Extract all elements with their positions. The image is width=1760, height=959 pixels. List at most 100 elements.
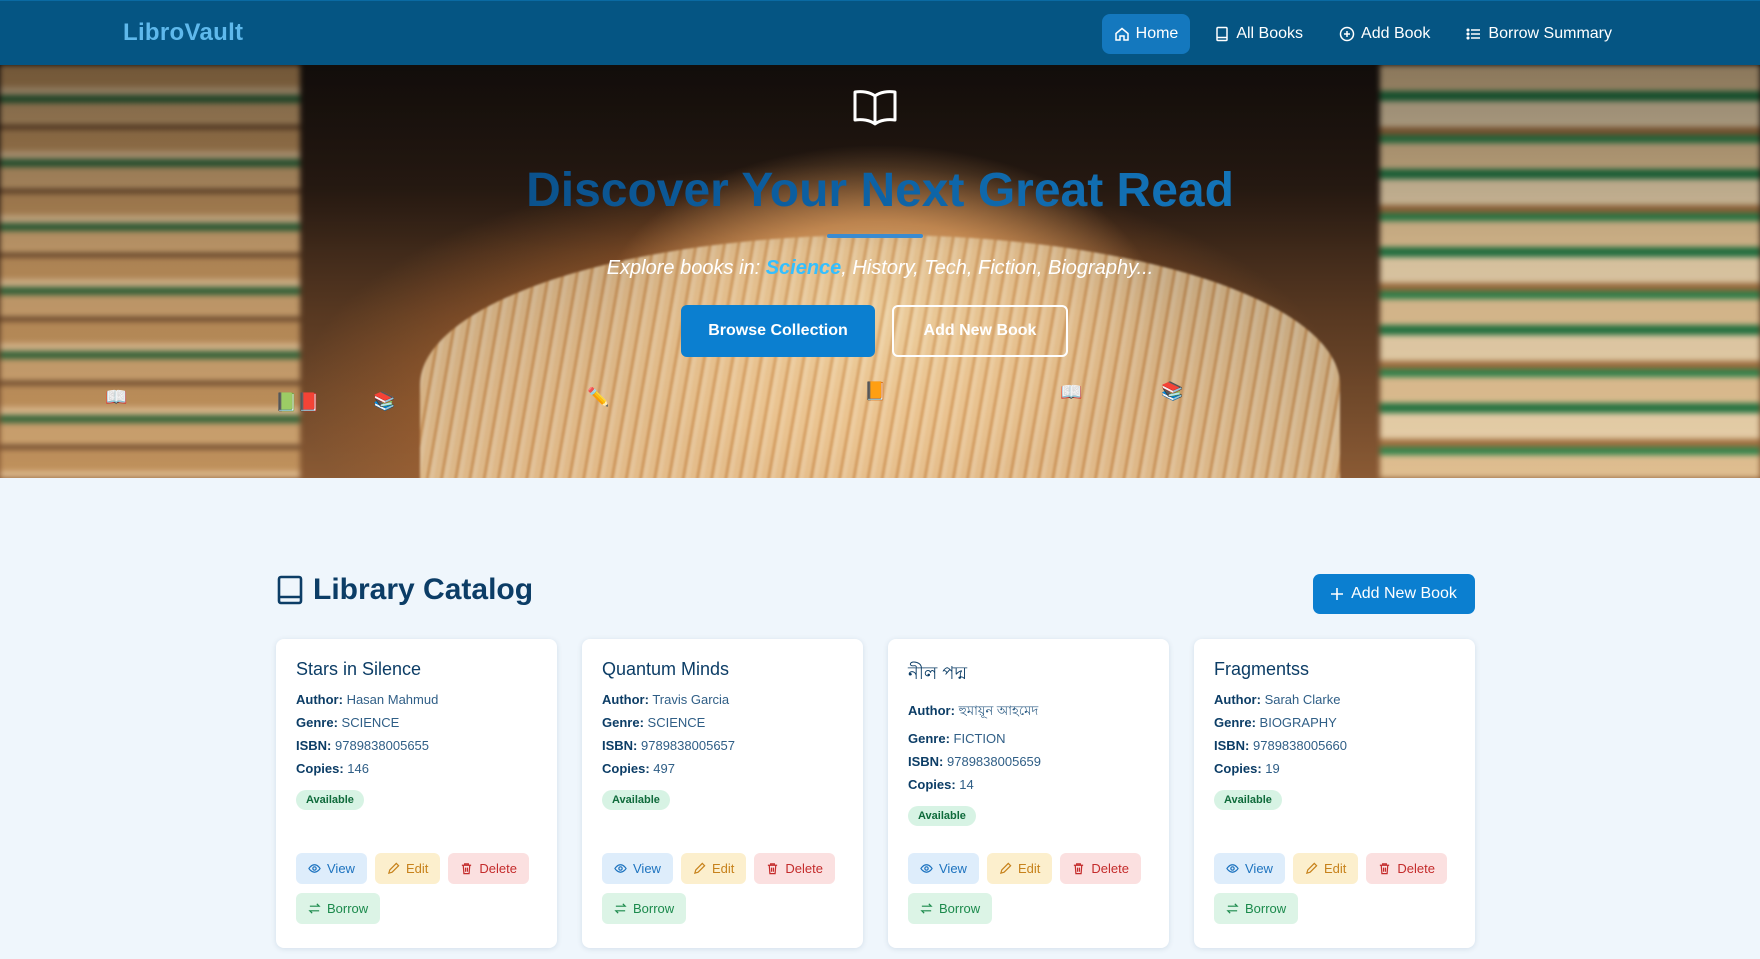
book-title: নীল পদ্ম <box>908 663 968 683</box>
book-author: Author: Hasan Mahmud <box>296 692 439 707</box>
catalog-title: Library Catalog <box>313 573 534 606</box>
book-actions: View Edit Delete Borrow <box>1214 853 1454 924</box>
status-badge: Available <box>602 790 670 810</box>
book-actions: View Edit Delete Borrow <box>602 853 842 924</box>
brand-logo[interactable]: LibroVault <box>123 19 243 47</box>
hero-subtitle-highlight: Science <box>765 257 842 279</box>
floating-books-icon: 📗📕 <box>275 392 320 412</box>
book-author: Author: Sarah Clarke <box>1214 692 1341 707</box>
delete-button[interactable]: Delete <box>448 853 529 884</box>
book-card-grid: Stars in Silence Author: Hasan Mahmud Ge… <box>276 639 1475 948</box>
view-button[interactable]: View <box>908 853 979 884</box>
book-author: Author: Travis Garcia <box>602 692 730 707</box>
book-copies: Copies: 19 <box>1214 761 1280 776</box>
floating-pencil-icon: ✏️ <box>587 387 610 407</box>
hero-subtitle: Explore books in: Science, History, Tech… <box>606 257 1154 279</box>
floating-stack-icon: 📚 <box>373 391 396 411</box>
book-copies: Copies: 14 <box>908 777 974 792</box>
hero-title: Discover Your Next Great Read <box>0 163 1760 218</box>
nav-home-label: Home <box>1135 25 1179 42</box>
book-isbn: ISBN: 9789838005657 <box>602 738 736 753</box>
nav-add-book[interactable]: Add Book <box>1327 14 1442 54</box>
nav-borrow-summary[interactable]: Borrow Summary <box>1454 14 1624 54</box>
swap-icon <box>1226 903 1239 914</box>
delete-button[interactable]: Delete <box>1366 853 1447 884</box>
hero-banner: Discover Your Next Great Read Explore bo… <box>0 65 1760 478</box>
delete-button[interactable]: Delete <box>1060 853 1141 884</box>
edit-button[interactable]: Edit <box>986 853 1053 884</box>
pencil-icon <box>387 862 400 875</box>
hero-actions: Browse Collection Add New Book <box>681 305 1068 357</box>
hero-add-book-button[interactable]: Add New Book <box>892 305 1068 357</box>
status-badge: Available <box>296 790 364 810</box>
floating-stack-icon-2: 📚 <box>1161 381 1184 401</box>
book-isbn: ISBN: 9789838005655 <box>296 738 430 753</box>
book-actions: View Edit Delete Borrow <box>908 853 1148 924</box>
borrow-button[interactable]: Borrow <box>296 893 381 924</box>
book-card: Fragmentss Author: Sarah Clarke Genre: B… <box>1194 639 1475 948</box>
book-title: Quantum Minds <box>602 659 730 679</box>
eye-icon <box>920 864 933 873</box>
hero-divider <box>827 234 923 238</box>
eye-icon <box>1226 864 1239 873</box>
trash-icon <box>1380 863 1390 875</box>
book-card: Stars in Silence Author: Hasan Mahmud Ge… <box>276 639 557 948</box>
swap-icon <box>308 903 321 914</box>
nav-borrow-summary-label: Borrow Summary <box>1488 25 1612 42</box>
pencil-icon <box>1305 862 1318 875</box>
open-book-icon <box>853 90 897 126</box>
floating-orange-book-icon: 📙 <box>864 381 887 401</box>
trash-icon <box>1074 863 1084 875</box>
view-button[interactable]: View <box>1214 853 1285 884</box>
status-badge: Available <box>1214 790 1282 810</box>
nav-all-books-label: All Books <box>1236 25 1304 42</box>
view-button[interactable]: View <box>602 853 673 884</box>
book-genre: Genre: SCIENCE <box>296 715 400 730</box>
nav-menu: Home All Books Add Book Borrow Summary <box>1101 14 1624 54</box>
browse-collection-button[interactable]: Browse Collection <box>681 305 875 357</box>
plus-circle-icon <box>1339 26 1355 42</box>
edit-button[interactable]: Edit <box>1292 853 1359 884</box>
edit-button[interactable]: Edit <box>374 853 441 884</box>
borrow-button[interactable]: Borrow <box>908 893 993 924</box>
book-author: Author: হুমায়ূন আহমেদ <box>908 703 1039 718</box>
trash-icon <box>768 863 778 875</box>
book-isbn: ISBN: 9789838005659 <box>908 754 1042 769</box>
book-card: নীল পদ্ম Author: হুমায়ূন আহমেদ Genre: F… <box>888 639 1169 948</box>
book-icon <box>277 575 303 605</box>
book-title: Fragmentss <box>1214 659 1310 679</box>
plus-icon <box>1331 588 1344 600</box>
book-card: Quantum Minds Author: Travis Garcia Genr… <box>582 639 863 948</box>
swap-icon <box>920 903 933 914</box>
book-icon <box>1216 26 1229 42</box>
catalog-header: Library Catalog <box>277 573 533 607</box>
floating-open-book-icon: 📖 <box>1060 382 1083 402</box>
borrow-button[interactable]: Borrow <box>1214 893 1299 924</box>
nav-add-book-label: Add Book <box>1361 25 1431 42</box>
book-genre: Genre: FICTION <box>908 731 1006 746</box>
view-button[interactable]: View <box>296 853 367 884</box>
book-isbn: ISBN: 9789838005660 <box>1214 738 1348 753</box>
nav-all-books[interactable]: All Books <box>1202 14 1315 54</box>
status-badge: Available <box>908 806 976 826</box>
pencil-icon <box>999 862 1012 875</box>
delete-button[interactable]: Delete <box>754 853 835 884</box>
borrow-button[interactable]: Borrow <box>602 893 687 924</box>
book-title: Stars in Silence <box>296 659 422 679</box>
pencil-icon <box>693 862 706 875</box>
trash-icon <box>462 863 472 875</box>
edit-button[interactable]: Edit <box>680 853 747 884</box>
eye-icon <box>614 864 627 873</box>
nav-home[interactable]: Home <box>1101 14 1191 54</box>
eye-icon <box>308 864 321 873</box>
home-icon <box>1114 27 1129 41</box>
book-copies: Copies: 146 <box>296 761 369 776</box>
book-genre: Genre: SCIENCE <box>602 715 706 730</box>
add-new-book-button[interactable]: Add New Book <box>1313 574 1475 614</box>
top-navbar: LibroVault Home All Books Add Book Borro… <box>0 0 1760 65</box>
floating-book-icon: 📖 <box>105 387 128 407</box>
book-copies: Copies: 497 <box>602 761 675 776</box>
book-genre: Genre: BIOGRAPHY <box>1214 715 1337 730</box>
book-actions: View Edit Delete Borrow <box>296 853 536 924</box>
swap-icon <box>614 903 627 914</box>
